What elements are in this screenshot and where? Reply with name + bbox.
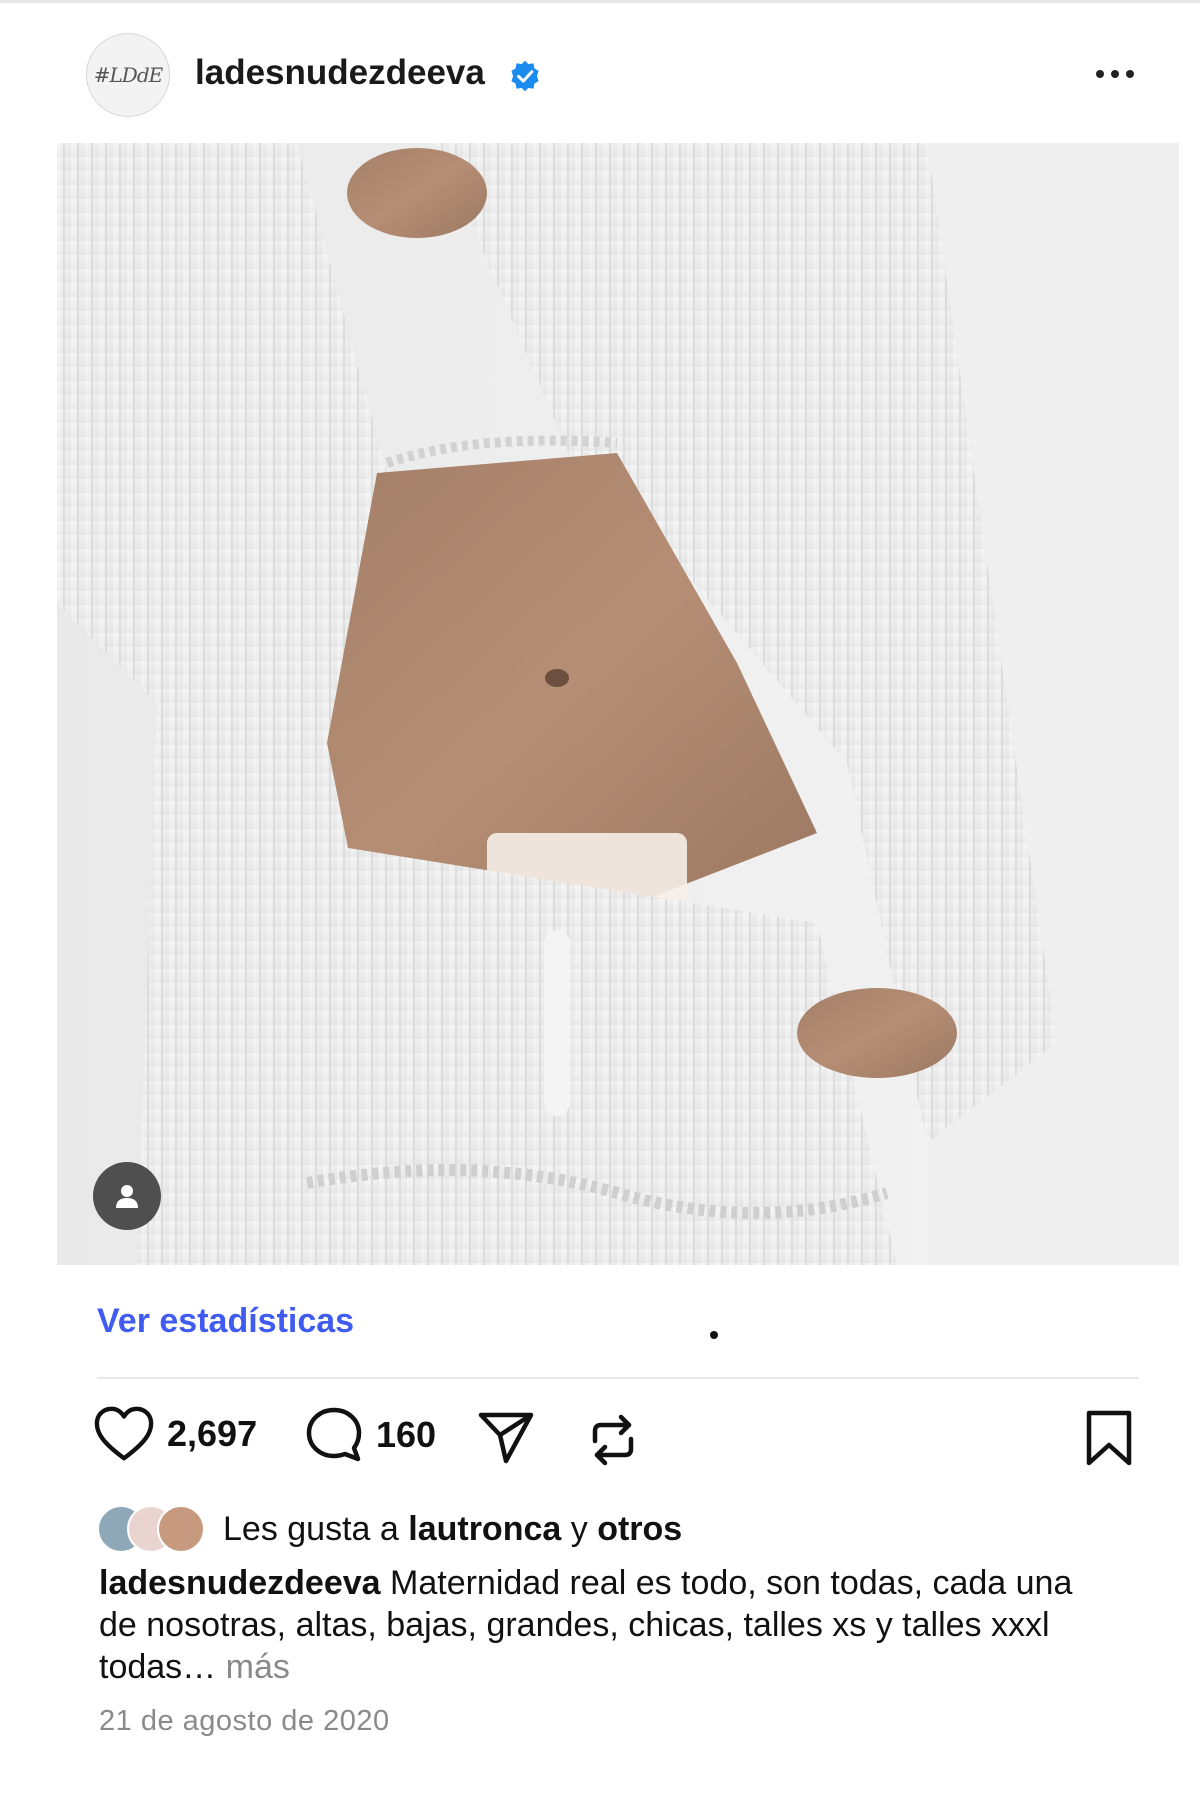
- heart-icon: [94, 1406, 154, 1461]
- comment-button[interactable]: 160: [304, 1405, 436, 1465]
- liked-by-others[interactable]: otros: [597, 1510, 682, 1549]
- divider: [97, 1377, 1139, 1379]
- tagged-users-button[interactable]: [93, 1162, 161, 1230]
- post-date: 21 de agosto de 2020: [99, 1705, 390, 1737]
- repost-icon: [592, 1414, 634, 1466]
- liked-by-prefix: Les gusta a: [223, 1509, 399, 1548]
- post-image[interactable]: [57, 143, 1179, 1265]
- liked-by-user[interactable]: lautronca: [408, 1510, 561, 1549]
- more-horizontal-icon: [1096, 70, 1104, 78]
- send-icon: [478, 1412, 534, 1464]
- comment-icon: [306, 1407, 362, 1462]
- action-bar: 2,697 160: [0, 1405, 1200, 1481]
- liked-by-summary[interactable]: Les gusta a lautronca y otros: [97, 1503, 682, 1555]
- post-caption: ladesnudezdeeva Maternidad real es todo,…: [99, 1562, 1119, 1688]
- person-icon: [116, 1185, 138, 1208]
- view-insights-link[interactable]: Ver estadísticas: [97, 1302, 354, 1341]
- more-options-button[interactable]: [1096, 59, 1146, 89]
- carousel-indicator-dot: [710, 1331, 718, 1339]
- repost-button[interactable]: [585, 1411, 641, 1469]
- verified-badge-icon: [511, 60, 539, 92]
- post-photo: [57, 143, 1179, 1265]
- like-button[interactable]: 2,697: [93, 1405, 257, 1463]
- liked-by-avatars: [97, 1505, 209, 1553]
- bookmark-icon: [1086, 1410, 1132, 1466]
- share-button[interactable]: [478, 1411, 534, 1465]
- username-link[interactable]: ladesnudezdeeva: [195, 53, 485, 93]
- caption-username[interactable]: ladesnudezdeeva: [99, 1564, 381, 1602]
- profile-avatar[interactable]: #LDdE: [86, 33, 170, 117]
- save-button[interactable]: [1084, 1409, 1134, 1467]
- post-header: #LDdE ladesnudezdeeva: [0, 3, 1200, 143]
- avatar-logo: #LDdE: [93, 63, 163, 87]
- avatar: [157, 1505, 205, 1553]
- likes-count: 2,697: [167, 1413, 258, 1454]
- liked-by-conjunction: y: [570, 1509, 588, 1548]
- comments-count: 160: [376, 1414, 437, 1455]
- caption-more-link[interactable]: más: [226, 1648, 290, 1686]
